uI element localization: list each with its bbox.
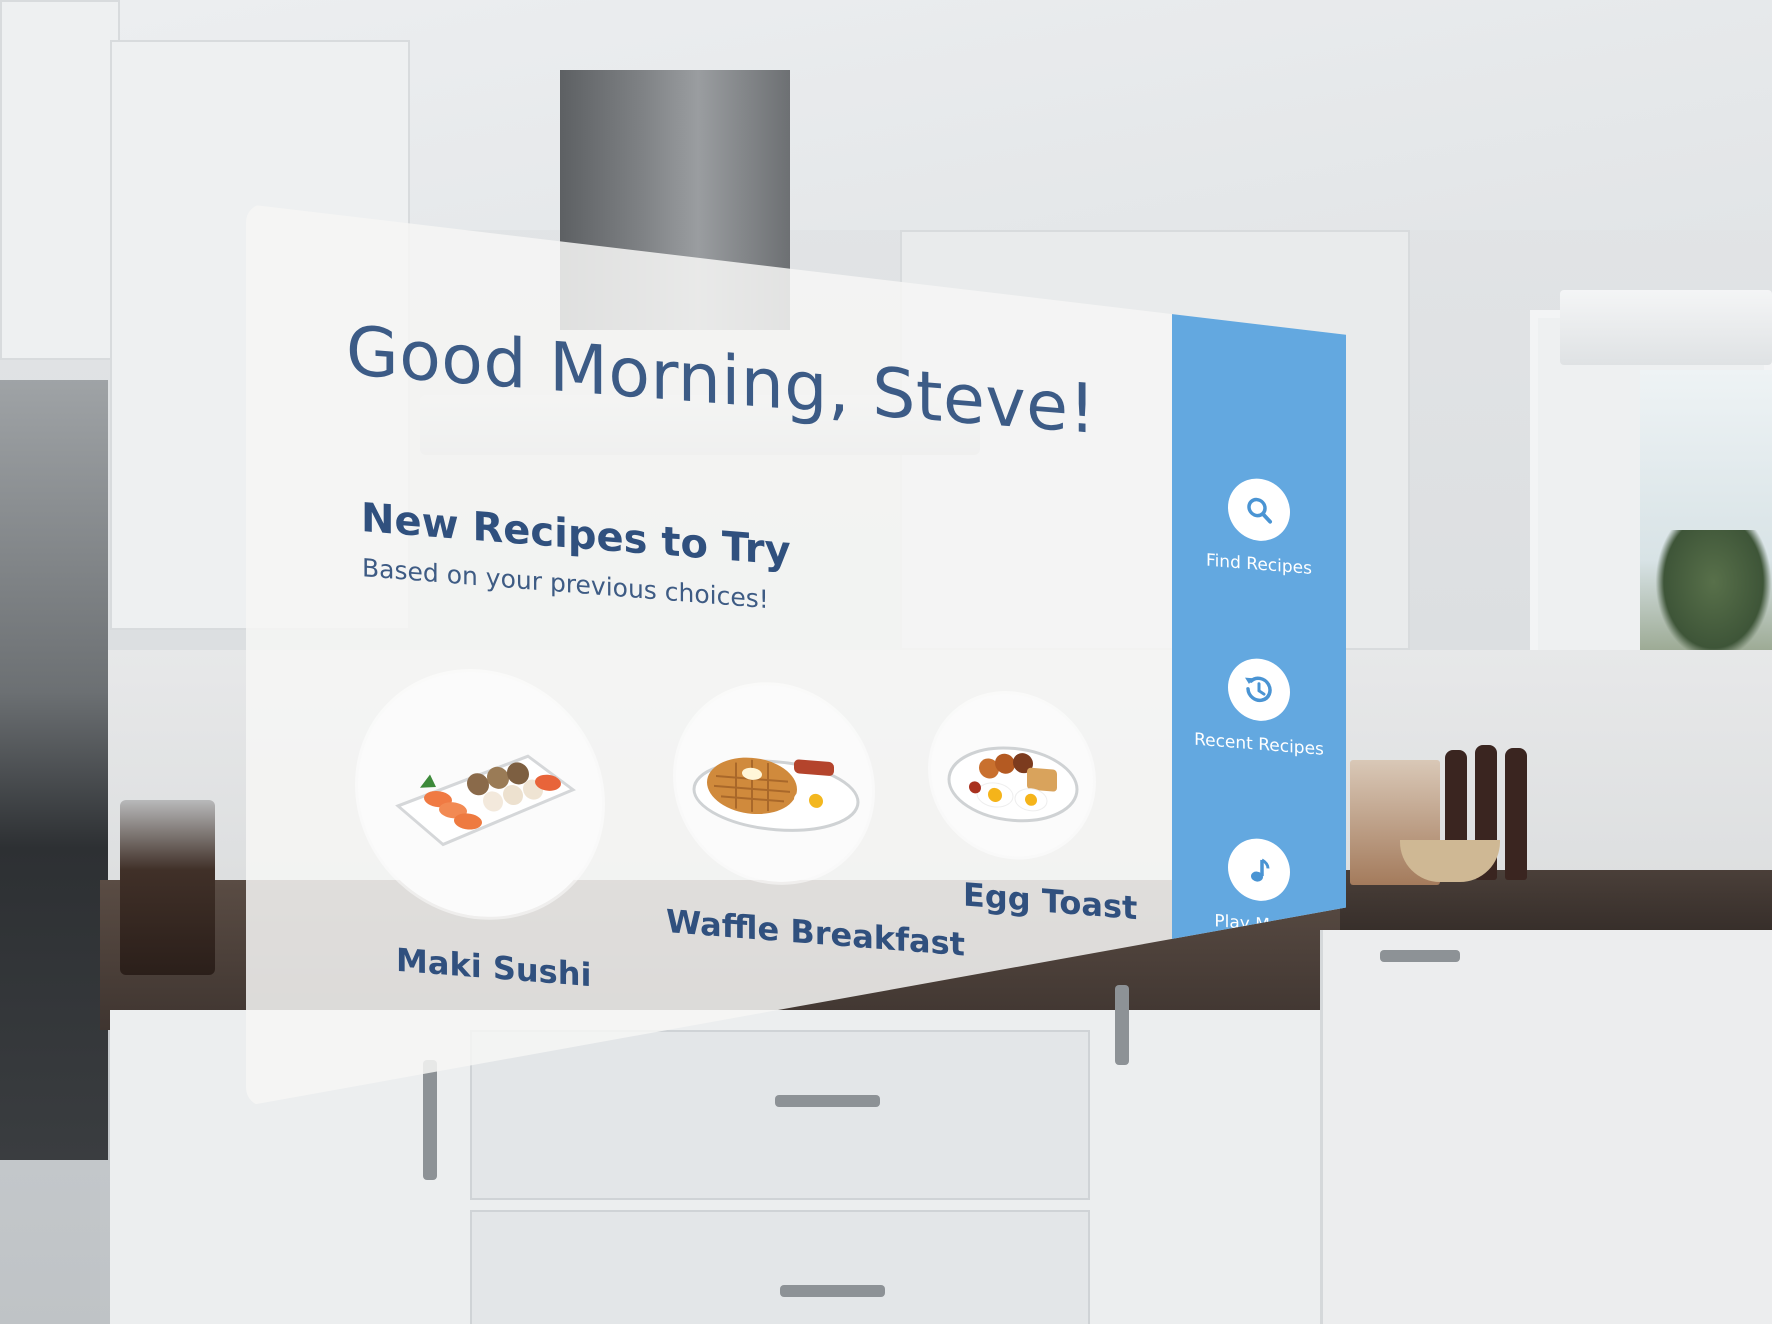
- recent-recipes-button[interactable]: Recent Recipes: [1172, 652, 1346, 762]
- recipe-label: Maki Sushi: [396, 940, 592, 995]
- lower-cabinet-right: [1320, 930, 1772, 1324]
- drawer: [470, 1210, 1090, 1324]
- history-icon: [1228, 656, 1290, 724]
- greeting-heading: Good Morning, Steve!: [346, 311, 1097, 450]
- cabinet-handle: [423, 1060, 437, 1180]
- french-press: [120, 800, 215, 975]
- waffle-image[interactable]: [676, 677, 872, 890]
- air-conditioner: [1560, 290, 1772, 365]
- recipe-label: Egg Toast: [963, 875, 1138, 928]
- tree-outside: [1655, 530, 1772, 660]
- recent-recipes-label: Recent Recipes: [1194, 729, 1324, 760]
- drawer: [470, 1030, 1090, 1200]
- bottle: [1505, 748, 1527, 880]
- find-recipes-button[interactable]: Find Recipes: [1172, 472, 1346, 582]
- drawer-handle: [775, 1095, 880, 1107]
- recipe-label: Waffle Breakfast: [666, 902, 965, 964]
- cabinet-handle: [1115, 985, 1129, 1065]
- music-note-icon: [1228, 836, 1290, 904]
- egg-toast-image[interactable]: [931, 687, 1093, 863]
- wall-oven: [0, 380, 108, 1160]
- find-recipes-label: Find Recipes: [1206, 550, 1312, 579]
- drawer-handle: [780, 1285, 885, 1297]
- sushi-image[interactable]: [358, 662, 602, 927]
- search-icon: [1228, 476, 1290, 544]
- upper-cabinet-left-edge: [0, 0, 120, 360]
- drawer-handle: [1380, 950, 1460, 962]
